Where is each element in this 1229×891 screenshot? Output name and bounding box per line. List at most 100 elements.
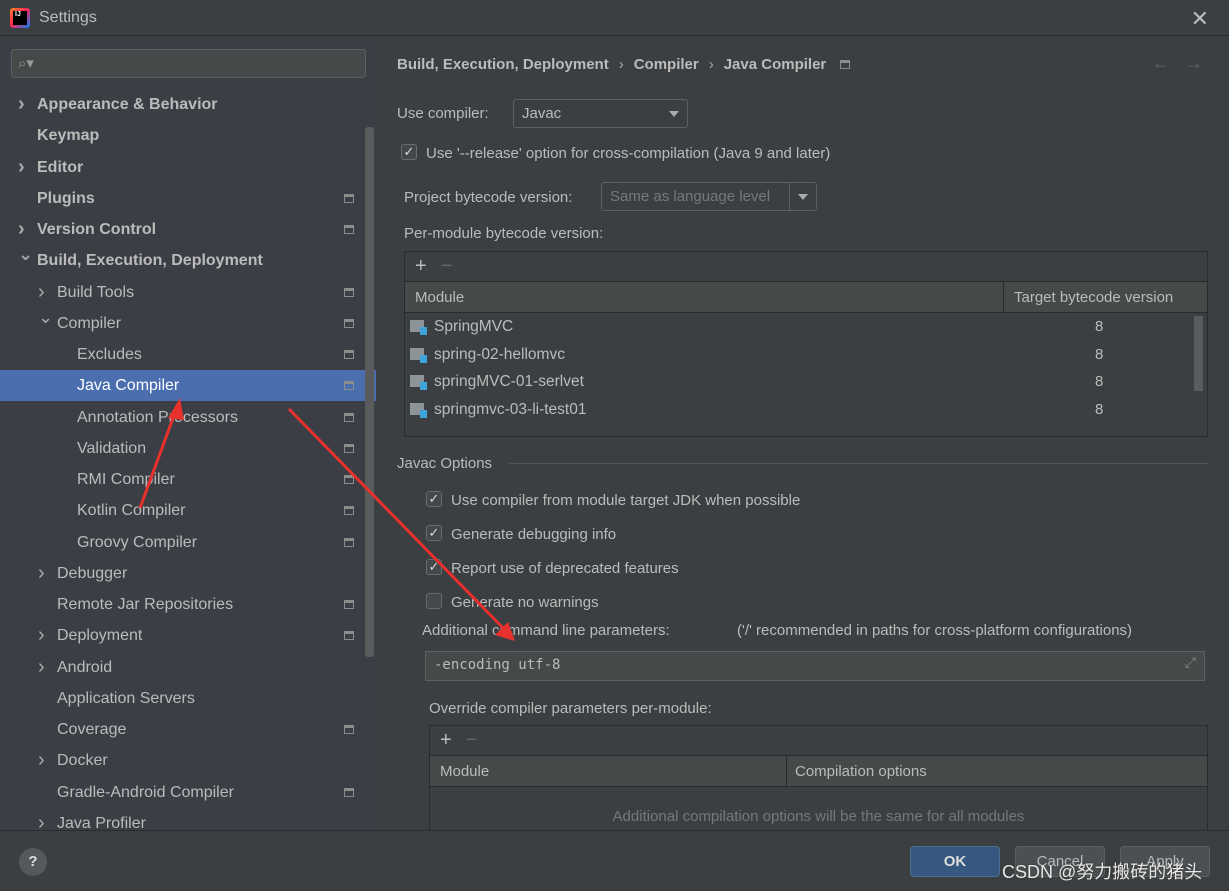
add-button[interactable]: +: [440, 729, 452, 751]
sidebar-item-android[interactable]: › Android: [0, 652, 376, 683]
chevron-right-icon[interactable]: ›: [38, 745, 45, 776]
expand-icon[interactable]: ⤢: [1185, 655, 1196, 671]
column-header-module[interactable]: Module: [440, 763, 489, 780]
target-version[interactable]: 8: [1095, 346, 1103, 363]
chevron-down-icon[interactable]: ⌄: [38, 302, 53, 333]
sidebar-item-label: Excludes: [77, 346, 142, 363]
settings-sidebar: ⌕▾ › Appearance & Behavior Keymap › Editor Pl…: [0, 37, 376, 830]
sidebar-item-label: Groovy Compiler: [77, 533, 198, 551]
remove-button[interactable]: −: [441, 255, 453, 277]
compiler-select[interactable]: Javac: [513, 99, 688, 128]
add-button[interactable]: +: [415, 255, 427, 277]
sidebar-item-label: Kotlin Compiler: [77, 502, 186, 520]
search-input[interactable]: ⌕▾: [11, 49, 366, 78]
sidebar-item-rmi-compiler[interactable]: RMI Compiler: [0, 464, 376, 495]
override-table: + − Module Compilation options Additional…: [429, 725, 1208, 835]
table-row[interactable]: SpringMVC 8: [405, 313, 1207, 341]
sidebar-item-label: Compiler: [57, 314, 122, 332]
sidebar-item-remote-jar-repositories[interactable]: Remote Jar Repositories: [0, 589, 376, 620]
sidebar-item-application-servers[interactable]: Application Servers: [0, 683, 376, 714]
params-label: Additional command line parameters:: [422, 622, 670, 639]
sidebar-item-deployment[interactable]: › Deployment: [0, 620, 376, 651]
sidebar-item-kotlin-compiler[interactable]: Kotlin Compiler: [0, 495, 376, 526]
project-bytecode-select[interactable]: Same as language level: [601, 182, 817, 211]
sidebar-scrollbar[interactable]: [365, 127, 374, 657]
javac-option-checkbox[interactable]: ✓: [426, 525, 442, 541]
sidebar-item-editor[interactable]: › Editor: [0, 152, 376, 183]
back-arrow-icon[interactable]: ←: [1152, 53, 1170, 74]
target-version[interactable]: 8: [1095, 318, 1103, 335]
sidebar-item-validation[interactable]: Validation: [0, 433, 376, 464]
sidebar-item-plugins[interactable]: Plugins: [0, 183, 376, 214]
ok-button[interactable]: OK: [910, 846, 1000, 877]
compiler-value: Javac: [522, 105, 562, 122]
project-scope-icon: [344, 537, 354, 547]
chevron-right-icon[interactable]: ›: [18, 89, 25, 120]
remove-button[interactable]: −: [466, 729, 478, 751]
sidebar-item-docker[interactable]: › Docker: [0, 745, 376, 776]
column-header-target[interactable]: Target bytecode version: [1014, 289, 1173, 306]
project-scope-icon: [344, 600, 354, 609]
chevron-right-icon[interactable]: ›: [38, 620, 45, 651]
breadcrumb-item: Java Compiler: [723, 56, 827, 73]
sidebar-item-excludes[interactable]: Excludes: [0, 339, 376, 370]
sidebar-item-version-control[interactable]: › Version Control: [0, 214, 376, 245]
chevron-right-icon[interactable]: ›: [38, 652, 45, 683]
table-row[interactable]: spring-02-hellomvc 8: [405, 341, 1207, 369]
javac-option-checkbox[interactable]: [426, 593, 442, 609]
project-scope-icon: [344, 506, 354, 516]
javac-option-checkbox[interactable]: ✓: [426, 491, 442, 507]
sidebar-item-coverage[interactable]: Coverage: [0, 714, 376, 745]
sidebar-item-java-compiler[interactable]: Java Compiler: [0, 370, 376, 402]
search-icon: ⌕▾: [18, 55, 34, 72]
sidebar-item-gradle-android-compiler[interactable]: Gradle-Android Compiler: [0, 777, 376, 808]
sidebar-item-groovy-compiler[interactable]: Groovy Compiler: [0, 527, 376, 558]
chevron-right-icon[interactable]: ›: [18, 152, 25, 183]
chevron-right-icon[interactable]: ›: [38, 558, 45, 589]
project-bytecode-label: Project bytecode version:: [404, 189, 573, 206]
sidebar-item-compiler[interactable]: ⌄ Compiler: [0, 307, 376, 339]
forward-arrow-icon[interactable]: →: [1185, 53, 1203, 74]
target-version[interactable]: 8: [1095, 373, 1103, 390]
chevron-down-icon: [669, 111, 679, 117]
table-scrollbar[interactable]: [1194, 316, 1203, 391]
sidebar-item-label: Version Control: [37, 221, 157, 238]
javac-option-checkbox[interactable]: ✓: [426, 559, 442, 575]
module-folder-icon: [410, 320, 427, 335]
help-button[interactable]: ?: [19, 848, 47, 876]
column-header-options[interactable]: Compilation options: [795, 763, 927, 780]
params-value: -encoding utf-8: [434, 657, 561, 673]
sidebar-item-label: Remote Jar Repositories: [57, 596, 234, 613]
params-input[interactable]: -encoding utf-8 ⤢: [425, 651, 1205, 681]
chevron-down-icon[interactable]: ⌄: [18, 239, 33, 270]
project-scope-icon: [344, 725, 354, 734]
sidebar-item-label: Debugger: [57, 564, 128, 582]
javac-options-section: Javac Options: [397, 455, 493, 472]
javac-option-label: Generate debugging info: [451, 526, 617, 543]
module-folder-icon: [410, 347, 427, 363]
release-option-checkbox[interactable]: ✓: [401, 144, 417, 160]
sidebar-item-java-profiler[interactable]: › Java Profiler: [0, 808, 376, 830]
breadcrumb-item[interactable]: Compiler: [634, 56, 699, 73]
column-header-module[interactable]: Module: [415, 289, 464, 306]
sidebar-item-debugger[interactable]: › Debugger: [0, 558, 376, 589]
sidebar-item-keymap[interactable]: Keymap: [0, 120, 376, 151]
sidebar-item-label: Java Compiler: [77, 377, 180, 395]
sidebar-item-label: Deployment: [57, 627, 143, 645]
sidebar-item-label: Build Tools: [57, 283, 135, 301]
sidebar-item-appearance-behavior[interactable]: › Appearance & Behavior: [0, 89, 376, 120]
target-version[interactable]: 8: [1095, 401, 1103, 418]
module-name: spring-02-hellomvc: [434, 345, 565, 363]
breadcrumb-item[interactable]: Build, Execution, Deployment: [397, 56, 609, 73]
table-row[interactable]: springmvc-03-li-test01 8: [405, 396, 1207, 424]
sidebar-item-label: Keymap: [37, 127, 100, 145]
sidebar-item-build-execution-deployment[interactable]: ⌄ Build, Execution, Deployment: [0, 244, 376, 276]
sidebar-item-build-tools[interactable]: › Build Tools: [0, 277, 376, 308]
sidebar-item-annotation-processors[interactable]: Annotation Processors: [0, 402, 376, 433]
close-icon[interactable]: ✕: [1191, 6, 1209, 32]
table-row[interactable]: springMVC-01-serlvet 8: [405, 368, 1207, 396]
chevron-right-icon[interactable]: ›: [38, 808, 45, 830]
table-header: Module Target bytecode version: [405, 282, 1207, 313]
project-scope-icon: [344, 318, 354, 328]
override-label: Override compiler parameters per-module:: [429, 700, 712, 717]
